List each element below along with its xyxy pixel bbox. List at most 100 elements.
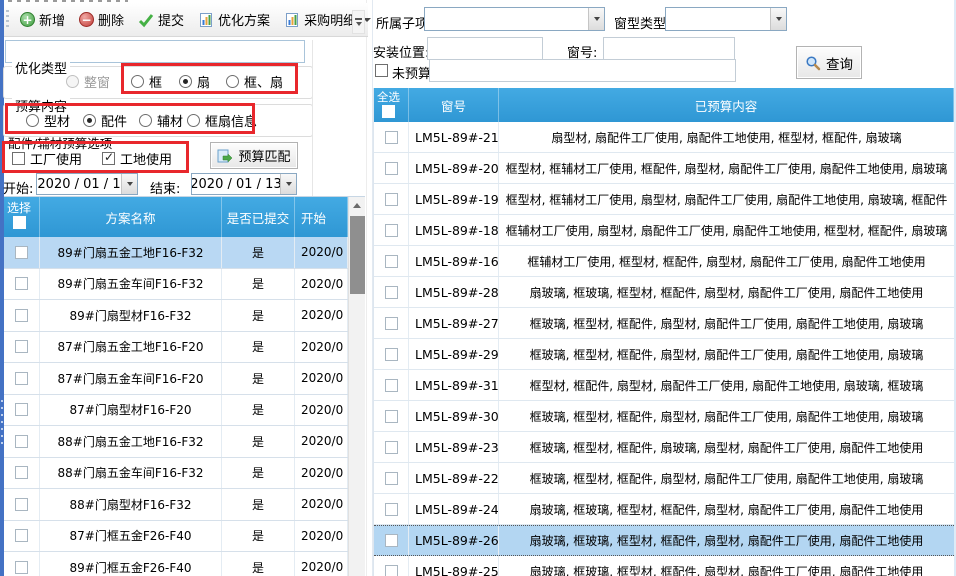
row-checkbox[interactable] bbox=[15, 340, 28, 353]
row-checkbox[interactable] bbox=[385, 286, 398, 299]
row-checkbox[interactable] bbox=[385, 503, 398, 516]
row-checkbox[interactable] bbox=[15, 246, 28, 259]
report-icon bbox=[284, 12, 300, 28]
site-use-checkbox[interactable]: 工地使用 bbox=[102, 149, 172, 168]
window-table-row[interactable]: LM5L-89#-19F17框型材, 框辅材工厂使用, 扇型材, 扇配件工厂使用… bbox=[374, 184, 954, 215]
vertical-scrollbar[interactable] bbox=[348, 197, 365, 576]
window-table-row[interactable]: LM5L-89#-29F27框玻璃, 框型材, 框配件, 扇型材, 扇配件工厂使… bbox=[374, 339, 954, 370]
radio-profile[interactable]: 型材 bbox=[26, 111, 70, 130]
window-no-cell: LM5L-89#-30F28 bbox=[409, 401, 499, 431]
query-button[interactable]: 查询 bbox=[796, 46, 862, 79]
toolbar-overflow-button[interactable] bbox=[352, 10, 365, 34]
row-checkbox[interactable] bbox=[385, 379, 398, 392]
window-table-row[interactable]: LM5L-89#-27F25框玻璃, 框型材, 框配件, 扇型材, 扇配件工厂使… bbox=[374, 308, 954, 339]
chevron-down-icon[interactable] bbox=[121, 174, 137, 194]
row-checkbox[interactable] bbox=[385, 224, 398, 237]
window-table-row[interactable]: LM5L-89#-23F21框玻璃, 框型材, 框配件, 扇玻璃, 扇型材, 扇… bbox=[374, 432, 954, 463]
chevron-down-icon[interactable] bbox=[588, 8, 604, 30]
select-all-checkbox[interactable] bbox=[13, 216, 26, 229]
radio-frame-sash-info[interactable]: 框扇信息 bbox=[187, 111, 257, 130]
row-checkbox[interactable] bbox=[15, 561, 28, 574]
plan-table-row[interactable]: 87#门扇型材F16-F20是2020/0 bbox=[4, 395, 348, 427]
plan-submitted-cell: 是 bbox=[222, 300, 295, 331]
chevron-down-icon[interactable] bbox=[280, 174, 296, 194]
end-date-picker[interactable]: 2020 / 01 / 13 bbox=[191, 173, 297, 195]
row-checkbox[interactable] bbox=[15, 466, 28, 479]
window-table-row[interactable]: LM5L-89#-21F19扇型材, 扇配件工厂使用, 扇配件工地使用, 框型材… bbox=[374, 122, 954, 153]
scrollbar-thumb[interactable] bbox=[350, 216, 365, 294]
window-table-row[interactable]: LM5L-89#-25F23扇玻璃, 框玻璃, 框型材, 框配件, 扇型材, 扇… bbox=[374, 556, 954, 576]
row-checkbox[interactable] bbox=[15, 309, 28, 322]
window-no-column-header[interactable]: 窗号 bbox=[409, 88, 499, 122]
row-checkbox[interactable] bbox=[385, 472, 398, 485]
row-checkbox[interactable] bbox=[15, 403, 28, 416]
row-checkbox[interactable] bbox=[15, 435, 28, 448]
window-table-row[interactable]: LM5L-89#-20F18框型材, 框辅材工厂使用, 框配件, 扇型材, 扇配… bbox=[374, 153, 954, 184]
window-table-row[interactable]: LM5L-89#-24F22扇玻璃, 框玻璃, 框型材, 框配件, 扇型材, 扇… bbox=[374, 494, 954, 525]
window-table-row[interactable]: LM5L-89#-16F15框辅材工厂使用, 框型材, 框配件, 扇型材, 扇配… bbox=[374, 246, 954, 277]
row-checkbox[interactable] bbox=[15, 498, 28, 511]
optimize-plan-button[interactable]: 优化方案 bbox=[192, 6, 276, 33]
plan-table-row[interactable]: 88#门扇五金工地F16-F32是2020/0 bbox=[4, 426, 348, 458]
window-type-select[interactable] bbox=[665, 7, 787, 31]
panel-splitter[interactable] bbox=[366, 0, 373, 576]
row-checkbox[interactable] bbox=[385, 410, 398, 423]
radio-frame[interactable]: 框 bbox=[131, 72, 162, 91]
start-column-header[interactable]: 开始 bbox=[295, 197, 348, 237]
toolbar-grip[interactable] bbox=[6, 10, 9, 30]
window-no-input[interactable] bbox=[603, 37, 735, 60]
row-checkbox[interactable] bbox=[385, 193, 398, 206]
radio-frame-sash[interactable]: 框、扇 bbox=[226, 72, 283, 91]
scroll-up-button[interactable] bbox=[349, 197, 365, 214]
row-checkbox[interactable] bbox=[15, 529, 28, 542]
not-budgeted-checkbox[interactable] bbox=[375, 64, 388, 77]
row-checkbox[interactable] bbox=[385, 348, 398, 361]
submit-button[interactable]: 提交 bbox=[132, 6, 190, 33]
window-table-body: LM5L-89#-21F19扇型材, 扇配件工厂使用, 扇配件工地使用, 框型材… bbox=[374, 122, 954, 576]
plan-name-column-header[interactable]: 方案名称 bbox=[40, 197, 222, 237]
plan-table-row[interactable]: 87#门框五金F26-F40是2020/0 bbox=[4, 521, 348, 553]
delete-button[interactable]: − 删除 bbox=[73, 6, 130, 33]
window-table-row[interactable]: LM5L-89#-28F26扇玻璃, 框玻璃, 框型材, 框配件, 扇型材, 扇… bbox=[374, 277, 954, 308]
submitted-column-header[interactable]: 是否已提交 bbox=[222, 197, 295, 237]
chevron-down-icon[interactable] bbox=[770, 8, 786, 30]
not-budgeted-input[interactable] bbox=[429, 59, 736, 82]
radio-hardware[interactable]: 配件 bbox=[83, 111, 127, 130]
row-checkbox[interactable] bbox=[385, 255, 398, 268]
window-table-row[interactable]: LM5L-89#-31F29框型材, 框配件, 扇型材, 扇配件工厂使用, 扇配… bbox=[374, 370, 954, 401]
plan-table-row[interactable]: 89#门扇五金工地F16-F32是2020/0 bbox=[4, 237, 348, 269]
plan-table-row[interactable]: 89#门框五金F26-F40是2020/0 bbox=[4, 552, 348, 576]
plan-table-row[interactable]: 89#门扇五金车间F16-F32是2020/0 bbox=[4, 269, 348, 301]
plan-name-cell: 88#门扇五金工地F16-F32 bbox=[40, 426, 222, 457]
radio-auxiliary[interactable]: 辅材 bbox=[139, 111, 183, 130]
plan-table-row[interactable]: 87#门扇五金工地F16-F20是2020/0 bbox=[4, 332, 348, 364]
window-table-row[interactable]: LM5L-89#-18F16框辅材工厂使用, 扇型材, 扇配件工厂使用, 扇配件… bbox=[374, 215, 954, 246]
plan-table-row[interactable]: 88#门扇型材F16-F32是2020/0 bbox=[4, 489, 348, 521]
row-checkbox[interactable] bbox=[15, 372, 28, 385]
row-checkbox[interactable] bbox=[385, 131, 398, 144]
plan-table-row[interactable]: 87#门扇五金车间F16-F20是2020/0 bbox=[4, 363, 348, 395]
row-checkbox[interactable] bbox=[385, 565, 398, 576]
sub-item-select[interactable] bbox=[424, 7, 605, 31]
plan-submitted-cell: 是 bbox=[222, 521, 295, 552]
window-table-row[interactable]: LM5L-89#-22F20框玻璃, 框型材, 框配件, 扇型材, 扇配件工厂使… bbox=[374, 463, 954, 494]
radio-sash[interactable]: 扇 bbox=[179, 72, 210, 91]
start-date-picker[interactable]: 2020 / 01 / 1 bbox=[36, 173, 138, 195]
row-checkbox[interactable] bbox=[385, 534, 398, 547]
plan-table-row[interactable]: 89#门扇型材F16-F32是2020/0 bbox=[4, 300, 348, 332]
add-button[interactable]: + 新增 bbox=[14, 6, 71, 33]
factory-use-checkbox[interactable]: 工厂使用 bbox=[12, 149, 82, 168]
plan-table-row[interactable]: 88#门扇五金车间F16-F32是2020/0 bbox=[4, 458, 348, 490]
window-table-row[interactable]: LM5L-89#-30F28框玻璃, 框型材, 框配件, 扇型材, 扇配件工厂使… bbox=[374, 401, 954, 432]
budgeted-content-column-header[interactable]: 已预算内容 bbox=[499, 88, 954, 122]
window-table-row[interactable]: LM5L-89#-26F24扇玻璃, 框玻璃, 框型材, 框配件, 扇型材, 扇… bbox=[374, 525, 954, 556]
window-no-cell: LM5L-89#-26F24 bbox=[409, 526, 499, 555]
select-all-checkbox[interactable] bbox=[382, 105, 395, 118]
budget-match-button[interactable]: 预算匹配 bbox=[210, 142, 298, 169]
row-checkbox[interactable] bbox=[15, 277, 28, 290]
row-checkbox[interactable] bbox=[385, 162, 398, 175]
row-checkbox[interactable] bbox=[385, 441, 398, 454]
radio-label: 配件 bbox=[101, 111, 127, 130]
row-checkbox[interactable] bbox=[385, 317, 398, 330]
install-location-input[interactable] bbox=[427, 37, 543, 60]
